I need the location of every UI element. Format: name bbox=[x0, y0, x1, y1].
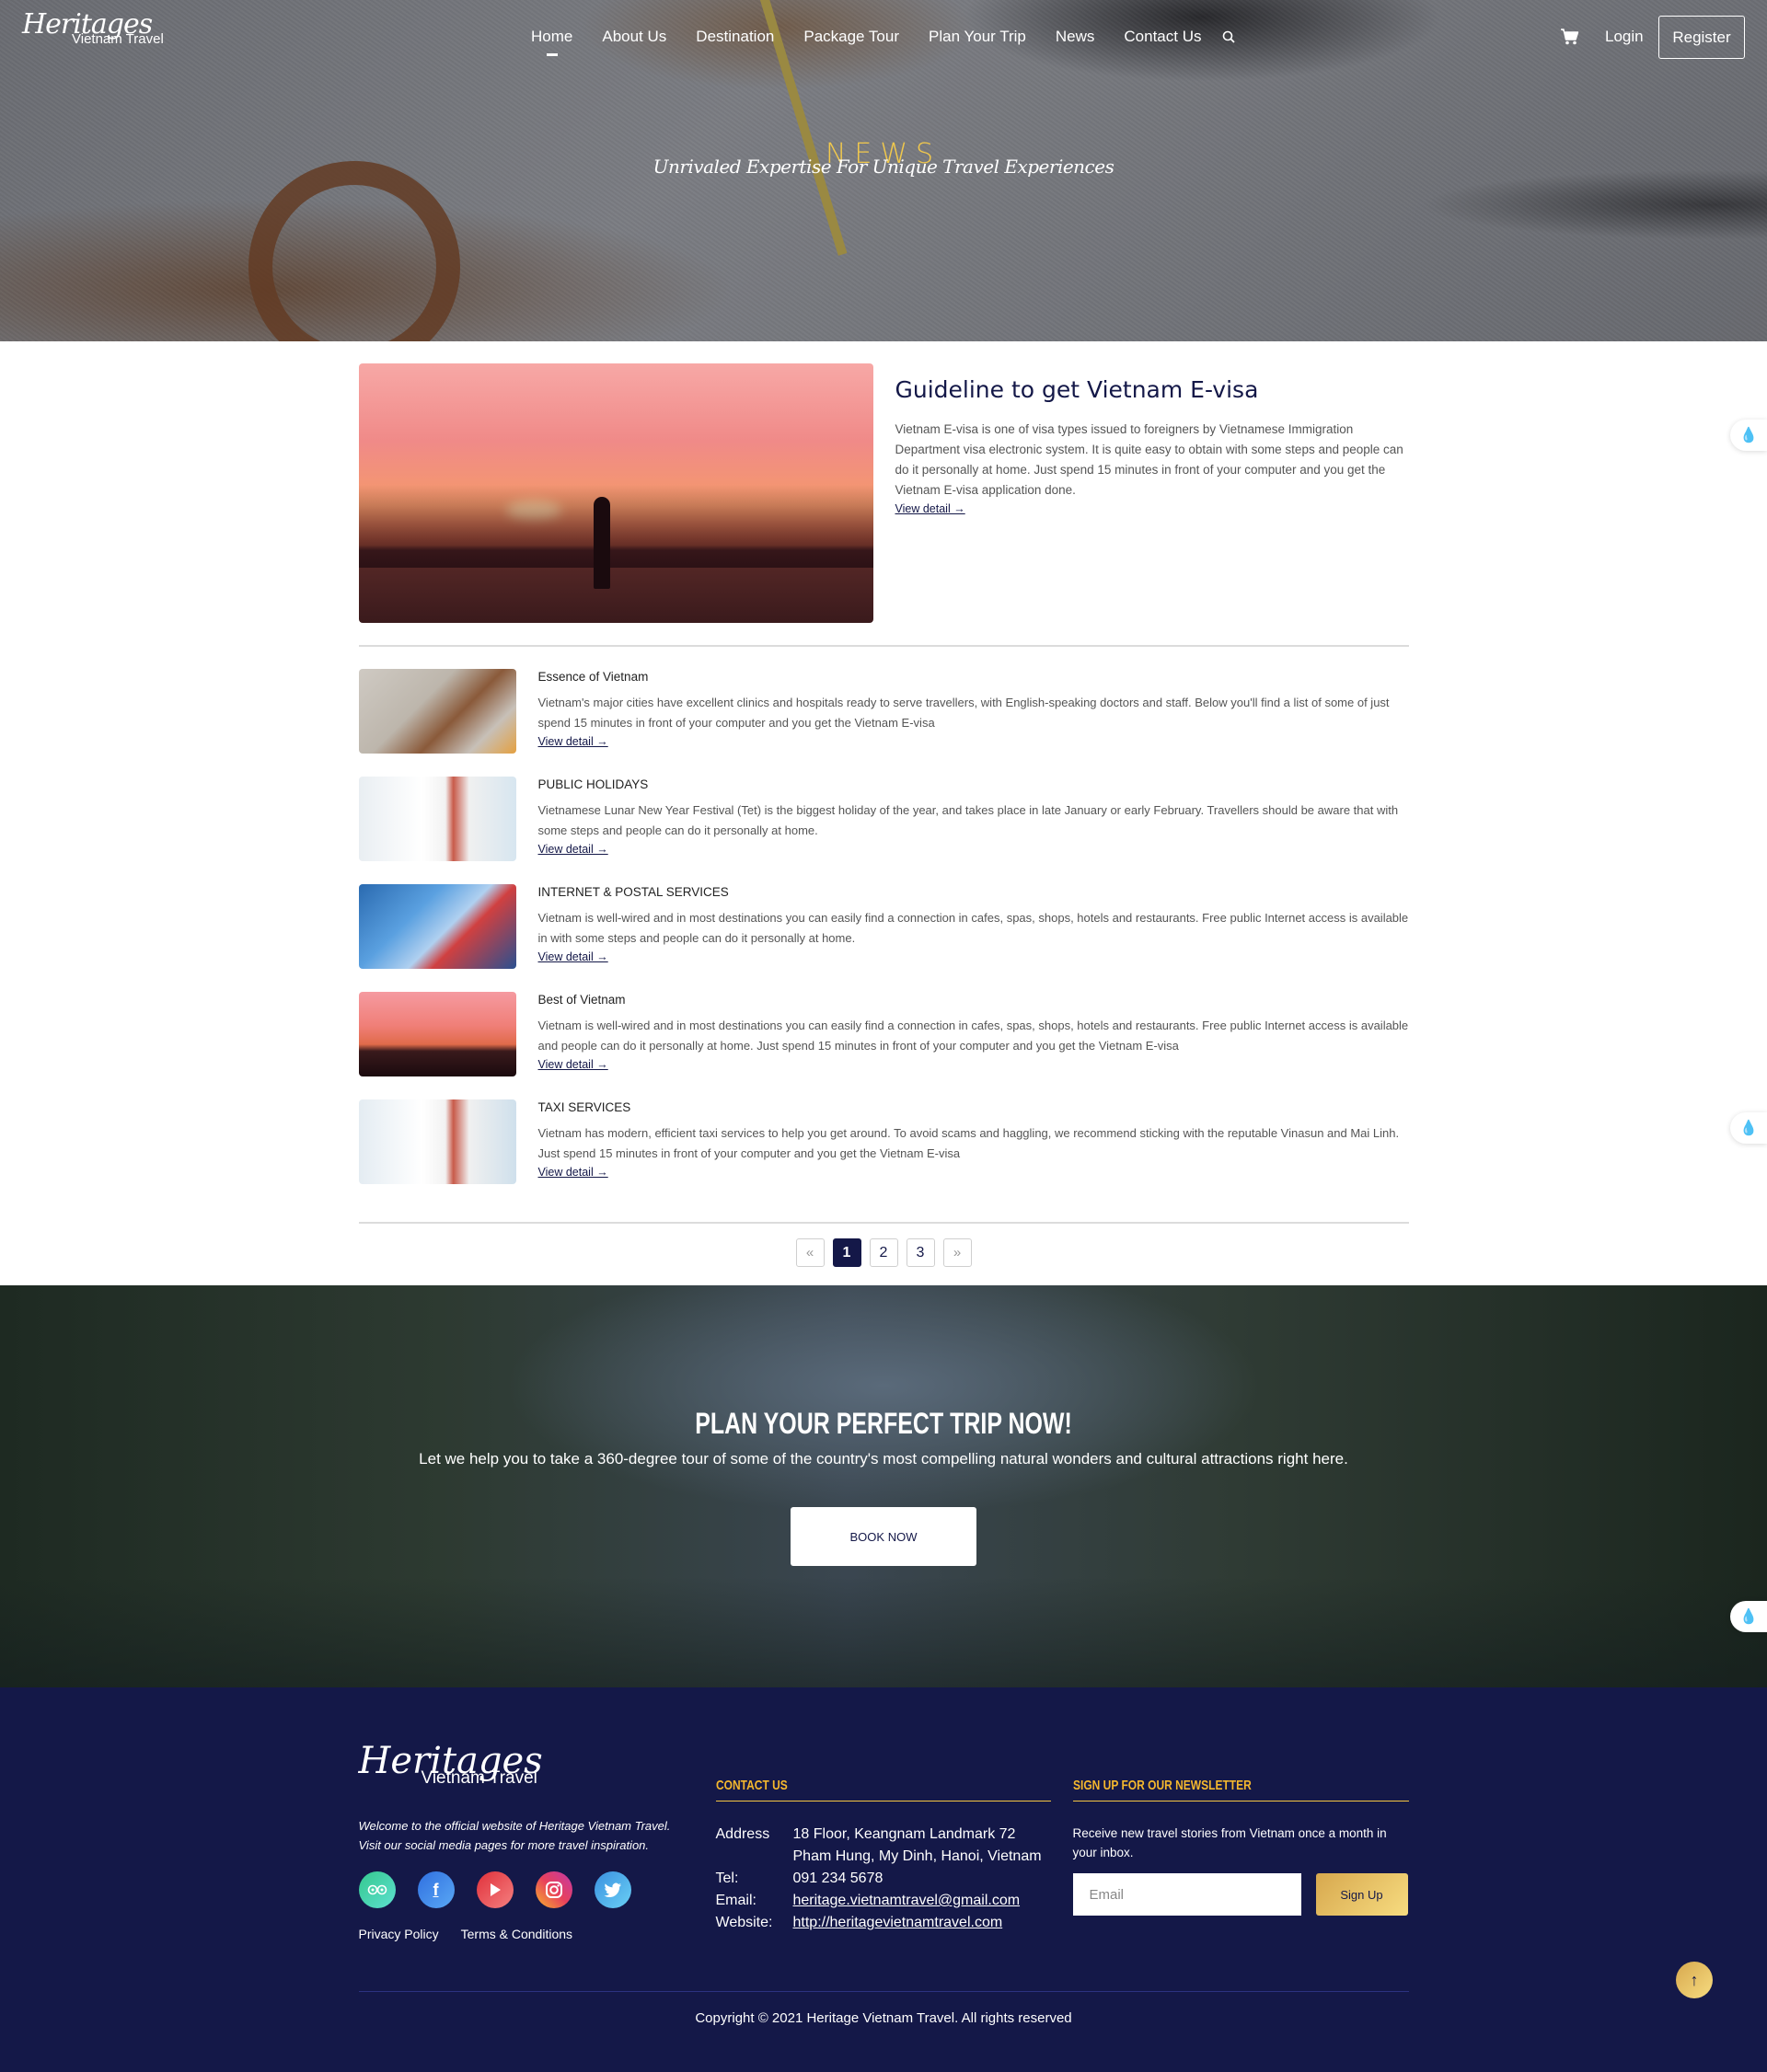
back-to-top-button[interactable]: ↑ bbox=[1676, 1962, 1713, 1998]
article-thumbnail[interactable] bbox=[358, 884, 516, 969]
contact-details: Address 18 Floor, Keangnam Landmark 72 P… bbox=[716, 1824, 1073, 1934]
book-now-button[interactable]: BOOK NOW bbox=[791, 1507, 976, 1566]
nav-home[interactable]: Home bbox=[531, 28, 572, 56]
article-title[interactable]: PUBLIC HOLIDAYS bbox=[538, 777, 1409, 791]
footer-legal-links: Privacy Policy Terms & Conditions bbox=[359, 1927, 716, 1941]
list-item: Best of Vietnam Vietnam is well-wired an… bbox=[358, 992, 1409, 1099]
tripadvisor-icon[interactable] bbox=[358, 1871, 396, 1908]
article-list: Essence of Vietnam Vietnam's major citie… bbox=[358, 647, 1409, 1224]
list-item: Essence of Vietnam Vietnam's major citie… bbox=[358, 669, 1409, 777]
cta-description: Let we help you to take a 360-degree tou… bbox=[419, 1450, 1348, 1468]
search-icon[interactable] bbox=[1222, 30, 1235, 43]
pagination: « 1 2 3 » bbox=[359, 1238, 1409, 1285]
newsletter-description: Receive new travel stories from Vietnam … bbox=[1072, 1826, 1387, 1859]
login-link[interactable]: Login bbox=[1605, 28, 1644, 46]
floating-widget-icon[interactable]: 💧 bbox=[1730, 420, 1767, 451]
hero-heading: NEWS Unrivaled Expertise For Unique Trav… bbox=[0, 138, 1767, 178]
cta-title: PLAN YOUR PERFECT TRIP NOW! bbox=[695, 1407, 1072, 1440]
nav-plan-your-trip[interactable]: Plan Your Trip bbox=[929, 28, 1026, 46]
instagram-icon[interactable] bbox=[535, 1871, 572, 1908]
site-footer: Heritages Vietnam Travel Welcome to the … bbox=[0, 1687, 1767, 2072]
view-detail-link[interactable]: View detail → bbox=[538, 1166, 608, 1179]
article-title[interactable]: Essence of Vietnam bbox=[538, 670, 1409, 684]
cart-icon[interactable] bbox=[1561, 29, 1579, 45]
view-detail-link[interactable]: View detail → bbox=[538, 950, 608, 963]
article-title[interactable]: Best of Vietnam bbox=[538, 993, 1409, 1007]
article-thumbnail[interactable] bbox=[358, 992, 516, 1076]
news-content: Guideline to get Vietnam E-visa Vietnam … bbox=[358, 363, 1409, 1285]
featured-article-title[interactable]: Guideline to get Vietnam E-visa bbox=[895, 376, 1409, 403]
list-item: PUBLIC HOLIDAYS Vietnamese Lunar New Yea… bbox=[358, 777, 1409, 884]
main-menu: Home About Us Destination Package Tour P… bbox=[531, 28, 1230, 56]
article-title[interactable]: INTERNET & POSTAL SERVICES bbox=[538, 885, 1409, 899]
list-item: INTERNET & POSTAL SERVICES Vietnam is we… bbox=[358, 884, 1409, 992]
facebook-icon[interactable]: f bbox=[417, 1871, 455, 1908]
social-links: f bbox=[358, 1871, 716, 1908]
footer-logo[interactable]: Heritages Vietnam Travel bbox=[359, 1743, 716, 1789]
featured-article-excerpt: Vietnam E-visa is one of visa types issu… bbox=[895, 422, 1403, 497]
top-navigation: Heritages Vietnam Travel Home About Us D… bbox=[0, 0, 1767, 74]
article-thumbnail[interactable] bbox=[358, 777, 516, 861]
article-excerpt: Vietnam is well-wired and in most destin… bbox=[537, 911, 1409, 945]
logo-subtitle: Vietnam Travel bbox=[72, 31, 164, 47]
twitter-icon[interactable] bbox=[594, 1871, 631, 1908]
contact-email-link[interactable]: heritage.vietnamtravel@gmail.com bbox=[793, 1893, 1021, 1908]
footer-about: Heritages Vietnam Travel Welcome to the … bbox=[358, 1743, 716, 1941]
view-detail-link[interactable]: View detail → bbox=[538, 1058, 608, 1071]
newsletter-email-input[interactable] bbox=[1072, 1873, 1301, 1916]
newsletter-heading: SIGN UP FOR OUR NEWSLETTER bbox=[1072, 1743, 1409, 1801]
article-excerpt: Vietnam has modern, efficient taxi servi… bbox=[537, 1126, 1400, 1160]
privacy-policy-link[interactable]: Privacy Policy bbox=[359, 1927, 439, 1941]
contact-heading: CONTACT US bbox=[715, 1743, 1051, 1801]
floating-widget-icon[interactable]: 💧 bbox=[1730, 1112, 1767, 1144]
footer-divider bbox=[358, 1991, 1409, 1992]
footer-newsletter: SIGN UP FOR OUR NEWSLETTER Receive new t… bbox=[1072, 1743, 1409, 1941]
plan-trip-banner: PLAN YOUR PERFECT TRIP NOW! Let we help … bbox=[0, 1285, 1767, 1687]
article-thumbnail[interactable] bbox=[358, 1099, 516, 1184]
nav-news[interactable]: News bbox=[1056, 28, 1095, 46]
hero-banner: Heritages Vietnam Travel Home About Us D… bbox=[0, 0, 1767, 341]
newsletter-form: Sign Up bbox=[1072, 1873, 1409, 1916]
view-detail-link[interactable]: View detail → bbox=[538, 735, 608, 748]
contact-website-link[interactable]: http://heritagevietnamtravel.com bbox=[793, 1915, 1003, 1930]
site-logo[interactable]: Heritages Vietnam Travel bbox=[22, 11, 164, 48]
footer-contact: CONTACT US Address 18 Floor, Keangnam La… bbox=[715, 1743, 1073, 1941]
footer-welcome-text: Welcome to the official website of Herit… bbox=[358, 1819, 671, 1852]
nav-destination[interactable]: Destination bbox=[696, 28, 774, 46]
contact-address: 18 Floor, Keangnam Landmark 72 Pham Hung… bbox=[792, 1826, 1042, 1864]
article-excerpt: Vietnam is well-wired and in most destin… bbox=[537, 1019, 1409, 1053]
nav-package-tour[interactable]: Package Tour bbox=[803, 28, 899, 46]
featured-article: Guideline to get Vietnam E-visa Vietnam … bbox=[358, 363, 1409, 647]
pagination-page-2[interactable]: 2 bbox=[869, 1238, 898, 1267]
list-item: TAXI SERVICES Vietnam has modern, effici… bbox=[358, 1099, 1409, 1207]
nav-about-us[interactable]: About Us bbox=[602, 28, 666, 46]
floating-widget-icon[interactable]: 💧 bbox=[1730, 1601, 1767, 1632]
hero-tagline: Unrivaled Expertise For Unique Travel Ex… bbox=[653, 155, 1114, 178]
register-button[interactable]: Register bbox=[1658, 16, 1745, 59]
youtube-icon[interactable] bbox=[476, 1871, 514, 1908]
pagination-page-1[interactable]: 1 bbox=[832, 1238, 861, 1267]
featured-article-body: Guideline to get Vietnam E-visa Vietnam … bbox=[895, 363, 1409, 623]
article-title[interactable]: TAXI SERVICES bbox=[538, 1100, 1409, 1114]
article-excerpt: Vietnam's major cities have excellent cl… bbox=[537, 696, 1390, 730]
pagination-next-button[interactable]: » bbox=[942, 1238, 972, 1267]
article-thumbnail[interactable] bbox=[358, 669, 516, 754]
article-excerpt: Vietnamese Lunar New Year Festival (Tet)… bbox=[537, 803, 1399, 837]
pagination-prev-button[interactable]: « bbox=[795, 1238, 825, 1267]
view-detail-link[interactable]: View detail → bbox=[538, 843, 608, 856]
newsletter-signup-button[interactable]: Sign Up bbox=[1315, 1873, 1408, 1916]
featured-article-image[interactable] bbox=[358, 363, 873, 623]
featured-view-detail-link[interactable]: View detail → bbox=[895, 502, 965, 515]
copyright-text: Copyright © 2021 Heritage Vietnam Travel… bbox=[695, 2010, 1072, 2026]
nav-contact-us[interactable]: Contact Us bbox=[1124, 28, 1201, 46]
terms-conditions-link[interactable]: Terms & Conditions bbox=[461, 1927, 572, 1941]
contact-phone: 091 234 5678 bbox=[792, 1871, 884, 1886]
pagination-page-3[interactable]: 3 bbox=[906, 1238, 935, 1267]
